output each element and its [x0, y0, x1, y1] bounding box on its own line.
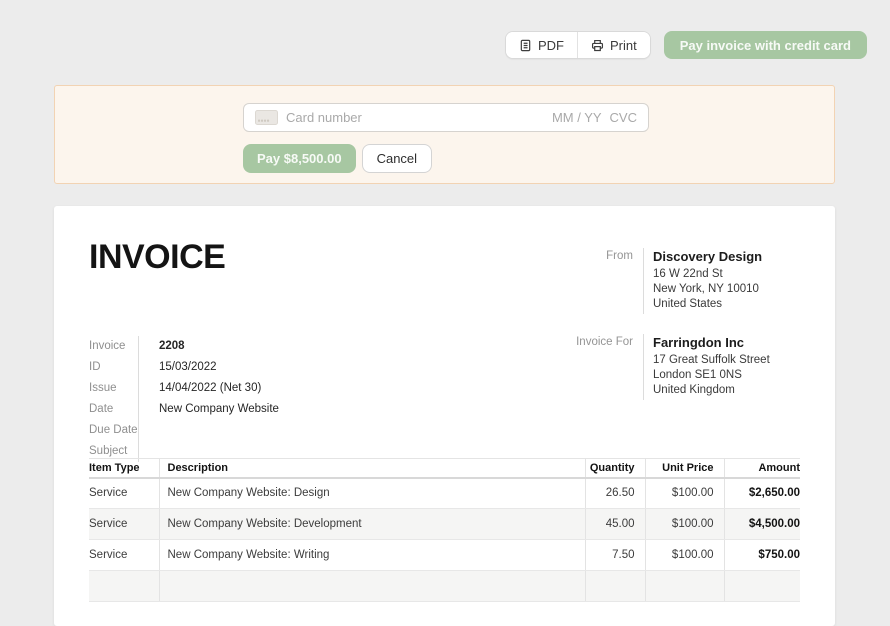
invoice-from-block: From Discovery Design 16 W 22nd St New Y… [564, 248, 762, 314]
header-unit-price: Unit Price [645, 459, 724, 478]
due-date-label: Due Date [89, 420, 138, 441]
from-address-line: United States [653, 297, 762, 312]
client-address-line: United Kingdom [653, 383, 770, 398]
cell-description: New Company Website: Design [159, 478, 585, 509]
table-row: Service New Company Website: Development… [89, 509, 800, 540]
pdf-button-label: PDF [538, 38, 564, 53]
print-button-label: Print [610, 38, 637, 53]
cell-quantity: 7.50 [585, 540, 645, 571]
invoice-meta-labels: Invoice ID Issue Date Due Date Subject [89, 336, 138, 462]
client-address-line: 17 Great Suffolk Street [653, 353, 770, 368]
cell-item-type: Service [89, 540, 159, 571]
cell-amount: $2,650.00 [724, 478, 800, 509]
pdf-document-icon [519, 39, 532, 52]
from-label: From [564, 248, 643, 314]
cancel-button[interactable]: Cancel [362, 144, 432, 173]
table-row-partial [89, 571, 800, 602]
table-header-row: Item Type Description Quantity Unit Pric… [89, 459, 800, 478]
invoice-title: INVOICE [89, 240, 225, 274]
card-details-field[interactable]: MM / YY CVC [243, 103, 649, 132]
cell-item-type: Service [89, 478, 159, 509]
invoice-for-address: Farringdon Inc 17 Great Suffolk Street L… [643, 334, 770, 400]
cell-item-type: Service [89, 509, 159, 540]
table-row: Service New Company Website: Design 26.5… [89, 478, 800, 509]
invoice-id-label: Invoice ID [89, 336, 138, 378]
cell-unit-price: $100.00 [645, 478, 724, 509]
invoice-meta-values: 2208 15/03/2022 14/04/2022 (Net 30) New … [138, 336, 279, 462]
cell-unit-price: $100.00 [645, 540, 724, 571]
cell-description: New Company Website: Development [159, 509, 585, 540]
table-row: Service New Company Website: Writing 7.5… [89, 540, 800, 571]
card-number-input[interactable] [286, 110, 552, 125]
invoice-for-block: Invoice For Farringdon Inc 17 Great Suff… [564, 334, 770, 400]
pay-invoice-with-credit-card-button[interactable]: Pay invoice with credit card [664, 31, 867, 59]
invoice-id-value: 2208 [159, 336, 279, 357]
header-description: Description [159, 459, 585, 478]
expiry-input[interactable]: MM / YY [552, 110, 602, 125]
line-items-table: Item Type Description Quantity Unit Pric… [89, 458, 800, 602]
invoice-meta: Invoice ID Issue Date Due Date Subject 2… [89, 336, 279, 462]
printer-icon [591, 39, 604, 52]
credit-card-icon [255, 110, 278, 125]
from-address-line: New York, NY 10010 [653, 282, 762, 297]
cvc-input[interactable]: CVC [610, 110, 637, 125]
invoice-for-label: Invoice For [564, 334, 643, 400]
cell-quantity: 45.00 [585, 509, 645, 540]
from-company-name: Discovery Design [653, 248, 762, 265]
client-address-line: London SE1 0NS [653, 368, 770, 383]
from-address: Discovery Design 16 W 22nd St New York, … [643, 248, 762, 314]
toolbar: PDF Print Pay invoice with credit card [505, 31, 867, 59]
client-company-name: Farringdon Inc [653, 334, 770, 351]
page: { "toolbar": { "pdf_label": "PDF", "prin… [0, 0, 890, 580]
issue-date-value: 15/03/2022 [159, 357, 279, 378]
header-quantity: Quantity [585, 459, 645, 478]
cell-quantity: 26.50 [585, 478, 645, 509]
cell-amount: $750.00 [724, 540, 800, 571]
invoice-document: INVOICE From Discovery Design 16 W 22nd … [54, 206, 835, 626]
payment-panel: MM / YY CVC Pay $8,500.00 Cancel [54, 85, 835, 184]
cell-amount: $4,500.00 [724, 509, 800, 540]
pdf-button[interactable]: PDF [506, 32, 578, 58]
header-item-type: Item Type [89, 459, 159, 478]
export-button-group: PDF Print [505, 31, 651, 59]
print-button[interactable]: Print [578, 32, 650, 58]
header-amount: Amount [724, 459, 800, 478]
payment-actions: Pay $8,500.00 Cancel [243, 144, 432, 173]
from-address-line: 16 W 22nd St [653, 267, 762, 282]
cell-description: New Company Website: Writing [159, 540, 585, 571]
due-date-value: 14/04/2022 (Net 30) [159, 378, 279, 399]
pay-amount-button[interactable]: Pay $8,500.00 [243, 144, 356, 173]
cell-unit-price: $100.00 [645, 509, 724, 540]
subject-value: New Company Website [159, 399, 279, 420]
pay-invoice-button-label: Pay invoice with credit card [680, 38, 851, 53]
issue-date-label: Issue Date [89, 378, 138, 420]
